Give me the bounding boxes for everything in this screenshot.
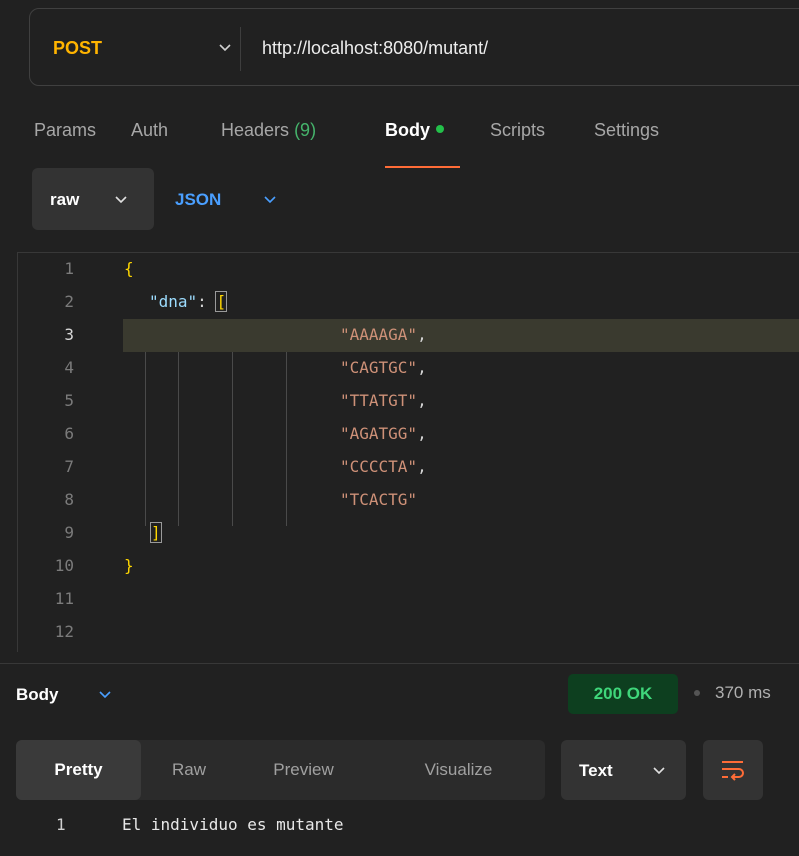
json-key: "dna" [149, 292, 198, 311]
url-divider [240, 27, 241, 71]
code-line: 10 } [18, 550, 799, 583]
line-number: 6 [64, 424, 74, 443]
body-mode-select[interactable]: raw [32, 168, 154, 230]
json-string: "AAAAGA" [340, 325, 418, 344]
json-string: "TCACTG" [340, 490, 418, 509]
code-string-line: "CAGTGC", [340, 358, 427, 377]
code-string-line: "CCCCTA", [340, 457, 427, 476]
line-number: 9 [64, 523, 74, 542]
code-string-line: "AGATGG", [340, 424, 427, 443]
code-line: 7 "CCCCTA", [18, 451, 799, 484]
json-open-bracket: [ [215, 291, 228, 312]
code-key-line: "dna": [ [149, 291, 228, 312]
response-view-tabs: Pretty Raw Preview Visualize [16, 740, 545, 800]
code-line: 11 [18, 583, 799, 616]
tab-body-label: Body [385, 120, 430, 140]
tab-settings[interactable]: Settings [594, 120, 659, 141]
tab-headers-label: Headers [221, 120, 290, 140]
tab-headers[interactable]: Headers (9) [221, 120, 316, 141]
method-select[interactable]: POST [53, 38, 102, 59]
url-input[interactable]: http://localhost:8080/mutant/ [262, 38, 488, 59]
status-badge[interactable]: 200 OK [568, 674, 678, 714]
active-tab-underline [385, 166, 460, 168]
chevron-down-icon[interactable] [217, 39, 233, 55]
json-comma: , [417, 457, 427, 476]
line-number: 1 [64, 259, 74, 278]
chevron-down-icon [115, 196, 127, 204]
code-line: 12 [18, 616, 799, 649]
code-string-line: "TTATGT", [340, 391, 427, 410]
headers-count: (9) [294, 120, 317, 140]
line-number: 10 [54, 556, 74, 575]
code-close-brace: } [124, 556, 134, 575]
view-tab-preview[interactable]: Preview [256, 740, 351, 800]
code-line: 4 "CAGTGC", [18, 352, 799, 385]
json-comma: , [417, 325, 427, 344]
line-number: 8 [64, 490, 74, 509]
output-line-number: 1 [56, 815, 66, 834]
response-format-label: Text [579, 761, 613, 780]
wrap-lines-button[interactable] [703, 740, 763, 800]
current-line-highlight [123, 319, 799, 352]
view-tab-raw[interactable]: Raw [149, 740, 229, 800]
code-line: 9 ] [18, 517, 799, 550]
response-output: El individuo es mutante [122, 815, 344, 834]
chevron-down-icon [653, 767, 665, 775]
json-comma: , [417, 424, 427, 443]
body-mode-label: raw [50, 190, 80, 209]
response-format-select[interactable]: Text [561, 740, 686, 800]
body-format-select[interactable]: JSON [175, 190, 221, 210]
line-number: 5 [64, 391, 74, 410]
wrap-lines-icon [722, 761, 744, 781]
json-colon: : [197, 292, 217, 311]
json-string: "TTATGT" [340, 391, 418, 410]
line-number: 12 [54, 622, 74, 641]
json-string: "CCCCTA" [340, 457, 418, 476]
body-editor[interactable]: 1 { 2 "dna": [ 3 "AAAAGA", 4 "CAGTGC", 5… [18, 253, 799, 652]
tab-scripts[interactable]: Scripts [490, 120, 545, 141]
code-open-brace: { [124, 259, 134, 278]
line-number: 2 [64, 292, 74, 311]
url-bar: POST http://localhost:8080/mutant/ [29, 8, 799, 86]
code-string-line: "TCACTG" [340, 490, 417, 509]
response-time[interactable]: 370 ms [715, 683, 771, 703]
response-body-select[interactable]: Body [16, 685, 59, 705]
tab-body[interactable]: Body [385, 120, 444, 141]
line-number: 4 [64, 358, 74, 377]
view-tab-visualize[interactable]: Visualize [401, 740, 516, 800]
postman-request-panel: POST http://localhost:8080/mutant/ Param… [0, 0, 799, 856]
json-string: "CAGTGC" [340, 358, 418, 377]
json-string: "AGATGG" [340, 424, 418, 443]
code-line-current: 3 "AAAAGA", [18, 319, 799, 352]
divider [0, 663, 799, 664]
chevron-down-icon[interactable] [97, 686, 113, 702]
tab-auth[interactable]: Auth [131, 120, 168, 141]
code-line: 6 "AGATGG", [18, 418, 799, 451]
view-tab-pretty[interactable]: Pretty [16, 740, 141, 800]
line-number: 3 [64, 325, 74, 344]
separator-dot [694, 690, 700, 696]
code-string-line: "AAAAGA", [340, 325, 427, 344]
json-comma: , [417, 358, 427, 377]
tab-params[interactable]: Params [34, 120, 96, 141]
chevron-down-icon[interactable] [262, 191, 278, 207]
code-line: 8 "TCACTG" [18, 484, 799, 517]
line-number: 7 [64, 457, 74, 476]
json-close-bracket: ] [150, 522, 162, 543]
code-line: 1 { [18, 253, 799, 286]
line-number: 11 [54, 589, 74, 608]
body-indicator-dot [436, 125, 444, 134]
code-line: 2 "dna": [ [18, 286, 799, 319]
json-comma: , [417, 391, 427, 410]
code-line: 5 "TTATGT", [18, 385, 799, 418]
